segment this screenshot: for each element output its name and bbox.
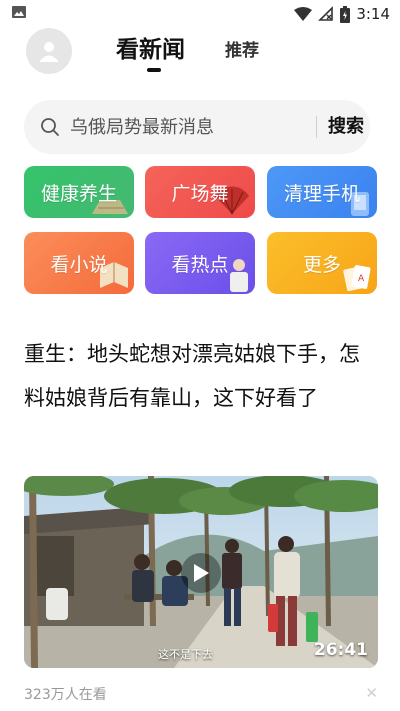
- video-thumbnail[interactable]: 这不是下去 26:41: [24, 476, 378, 668]
- tile-more[interactable]: 更多 A: [267, 232, 377, 294]
- status-bar: 3:14: [0, 0, 400, 28]
- viewer-count: 323万人在看: [24, 687, 107, 703]
- user-icon: [39, 42, 59, 62]
- play-icon: [194, 564, 209, 582]
- tile-label: 健康养生: [40, 182, 117, 205]
- video-subtitle: 这不是下去: [158, 648, 213, 661]
- dismiss-icon[interactable]: ✕: [365, 684, 378, 702]
- top-header: 看新闻 推荐: [0, 28, 400, 84]
- search-divider: [316, 116, 317, 138]
- cards-icon: A: [343, 265, 371, 292]
- video-duration: 26:41: [313, 640, 368, 660]
- avatar[interactable]: [26, 28, 72, 74]
- search-bar: 搜索: [24, 100, 370, 154]
- tile-label: 广场舞: [171, 182, 229, 205]
- tab-recommend[interactable]: 推荐: [225, 36, 259, 61]
- category-grid: 健康养生 广场舞 清理手机 看小说 看热点 更多 A: [0, 166, 400, 298]
- tile-label: 看小说: [50, 253, 108, 276]
- tile-label: 清理手机: [283, 182, 360, 205]
- tile-hot-topics[interactable]: 看热点: [145, 232, 255, 294]
- active-tab-indicator: [147, 68, 161, 72]
- tile-clean-phone[interactable]: 清理手机: [267, 166, 377, 218]
- image-icon: [12, 6, 26, 18]
- article-headline[interactable]: 重生：地头蛇想对漂亮姑娘下手，怎料姑娘背后有靠山，这下好看了: [24, 332, 376, 420]
- play-button[interactable]: [181, 553, 221, 593]
- tile-novel[interactable]: 看小说: [24, 232, 134, 294]
- svg-text:A: A: [358, 274, 365, 284]
- search-icon: [41, 118, 59, 136]
- status-time: 3:14: [356, 5, 390, 23]
- tile-label: 看热点: [171, 253, 229, 276]
- tile-square-dance[interactable]: 广场舞: [145, 166, 255, 218]
- tile-label: 更多: [302, 253, 341, 276]
- tab-news[interactable]: 看新闻: [116, 30, 185, 64]
- battery-icon: [340, 5, 351, 23]
- signal-off-icon: [318, 6, 334, 21]
- wifi-icon: [294, 7, 313, 21]
- tile-health[interactable]: 健康养生: [24, 166, 134, 218]
- search-input[interactable]: [70, 100, 300, 154]
- person-icon: [230, 259, 248, 292]
- search-button[interactable]: 搜索: [328, 100, 364, 154]
